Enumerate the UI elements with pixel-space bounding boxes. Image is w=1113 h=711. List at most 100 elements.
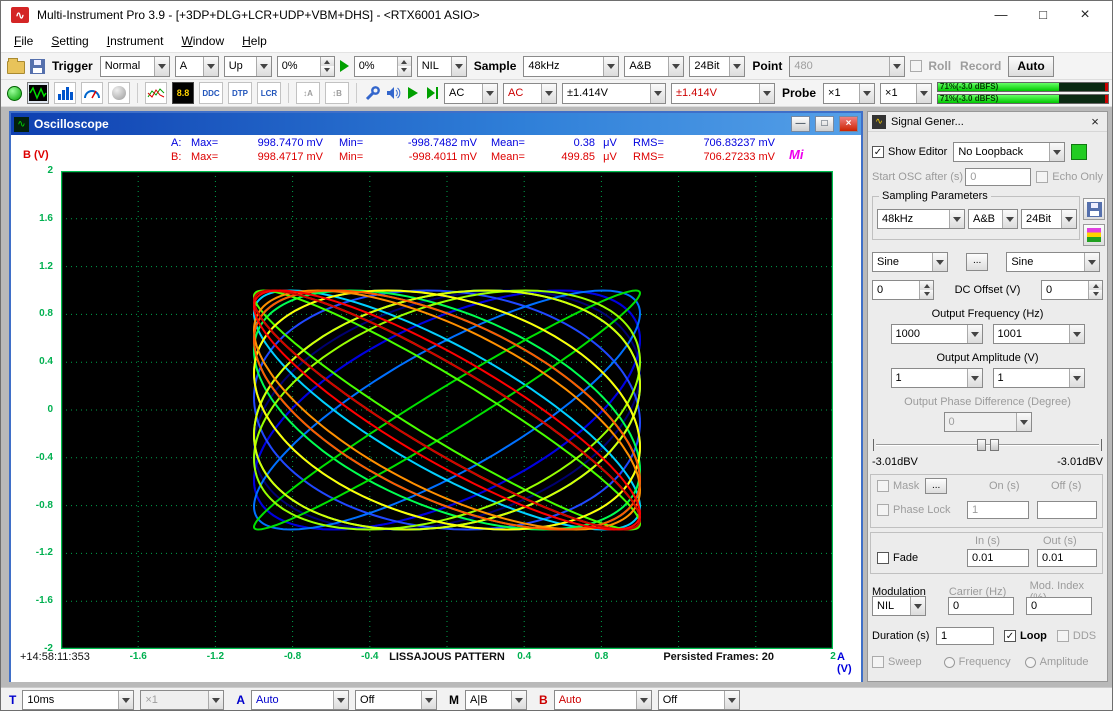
output-level-slider[interactable]: [872, 438, 1103, 452]
probe-a-select[interactable]: ×1: [823, 83, 875, 104]
siggen-bits-select[interactable]: 24Bit: [1021, 209, 1077, 229]
lcr-meter-button[interactable]: LCR: [257, 82, 281, 104]
step-button[interactable]: [425, 86, 439, 100]
checkbox-icon: [877, 504, 889, 516]
device-test-plan-button[interactable]: DTP: [228, 82, 252, 104]
spin-up-icon[interactable]: [920, 281, 933, 290]
trigger-edge-select[interactable]: Up: [224, 56, 272, 77]
minimize-button[interactable]: —: [984, 4, 1018, 26]
mod-index-field[interactable]: 0: [1026, 597, 1092, 615]
range-b-select[interactable]: ±1.414V: [671, 83, 775, 104]
channels-select[interactable]: A&B: [624, 56, 684, 77]
spin-up-icon[interactable]: [1089, 281, 1102, 290]
frequency-a-select[interactable]: 1000: [891, 324, 983, 344]
channel-b-mode-select[interactable]: Auto: [554, 690, 652, 710]
oscilloscope-window: ∿ Oscilloscope — □ × A: Max= 998.7470 mV…: [9, 111, 863, 682]
coupling-b-select[interactable]: AC: [503, 83, 557, 104]
start-osc-field: 0: [965, 168, 1031, 186]
menu-setting[interactable]: Setting: [42, 31, 97, 51]
timebase-select[interactable]: 10ms: [22, 690, 134, 710]
slider-handle-b[interactable]: [990, 439, 999, 451]
loopback-select[interactable]: No Loopback: [953, 142, 1065, 162]
save-signal-button[interactable]: [1083, 198, 1105, 220]
amplitude-a-select[interactable]: 1: [891, 368, 983, 388]
trigger-level-spinner[interactable]: 0%: [277, 56, 335, 77]
probe-b-select[interactable]: ×1: [880, 83, 932, 104]
frequency-b-select[interactable]: 1001: [993, 324, 1085, 344]
chevron-down-icon: [208, 691, 223, 709]
sound-device-icon[interactable]: [385, 85, 401, 101]
wave-b-select[interactable]: Sine: [1006, 252, 1100, 272]
signal-generator-close-button[interactable]: ×: [1087, 114, 1103, 129]
hot-panel-button[interactable]: [1083, 224, 1105, 246]
phase-difference-select: 0: [944, 412, 1032, 432]
menu-help[interactable]: Help: [233, 31, 276, 51]
menu-window[interactable]: Window: [172, 31, 233, 51]
fade-in-field[interactable]: 0.01: [967, 549, 1029, 567]
siggen-sample-rate-select[interactable]: 48kHz: [877, 209, 965, 229]
setup-wrench-icon[interactable]: [364, 85, 380, 101]
spin-up-icon[interactable]: [321, 57, 334, 67]
signal-generator-titlebar[interactable]: ∿ Signal Gener... ×: [868, 112, 1107, 132]
coupling-a-select[interactable]: AC: [444, 83, 498, 104]
modulation-type-select[interactable]: NIL: [872, 596, 926, 616]
stats-line-a: A: Max= 998.7470 mV Min= -998.7482 mV Me…: [11, 136, 861, 150]
spin-down-icon[interactable]: [321, 66, 334, 76]
carrier-field[interactable]: 0: [948, 597, 1014, 615]
trigger-mode-select[interactable]: Normal: [100, 56, 170, 77]
spin-down-icon[interactable]: [1089, 290, 1102, 299]
y-tick-label: 0.4: [11, 356, 57, 367]
amplitude-b-select[interactable]: 1: [993, 368, 1085, 388]
ddp-viewer-button[interactable]: 8.8: [172, 82, 194, 104]
channel-a-mode-select[interactable]: Auto: [251, 690, 349, 710]
scope-close-button[interactable]: ×: [839, 116, 858, 132]
wave-a-select[interactable]: Sine: [872, 252, 948, 272]
trigger-coupling-select[interactable]: NIL: [417, 56, 467, 77]
range-a-select[interactable]: ±1.414V: [562, 83, 666, 104]
duration-row: Duration (s) 1 Loop DDS: [872, 626, 1103, 646]
waveform-row: Sine ... Sine: [872, 252, 1103, 272]
wave-editor-button[interactable]: ...: [966, 253, 988, 271]
data-logger-button[interactable]: [145, 82, 167, 104]
chevron-down-icon: [859, 84, 874, 103]
duration-field[interactable]: 1: [936, 627, 994, 645]
open-file-icon[interactable]: [7, 59, 25, 74]
ddc-button[interactable]: DDC: [199, 82, 223, 104]
dc-offset-a-spinner[interactable]: 0: [872, 280, 934, 300]
spin-down-icon[interactable]: [398, 66, 411, 76]
save-file-icon[interactable]: [30, 59, 45, 74]
channel-a-filter-select[interactable]: Off: [355, 690, 437, 710]
fade-checkbox[interactable]: Fade: [877, 552, 918, 564]
fade-in-label: In (s): [975, 535, 1000, 547]
menu-file[interactable]: File: [5, 31, 42, 51]
bit-depth-select[interactable]: 24Bit: [689, 56, 745, 77]
scope-restore-button[interactable]: □: [815, 116, 834, 132]
spin-down-icon[interactable]: [920, 290, 933, 299]
auto-button[interactable]: Auto: [1008, 56, 1053, 77]
dc-offset-b-spinner[interactable]: 0: [1041, 280, 1103, 300]
marker-mode-select[interactable]: A|B: [465, 690, 527, 710]
loop-checkbox[interactable]: Loop: [1004, 630, 1047, 642]
run-indicator-icon[interactable]: [7, 86, 22, 101]
spin-up-icon[interactable]: [398, 57, 411, 67]
oscilloscope-button[interactable]: [27, 82, 49, 104]
checkbox-icon: [910, 60, 922, 72]
channel-b-filter-select[interactable]: Off: [658, 690, 740, 710]
sample-rate-select[interactable]: 48kHz: [523, 56, 619, 77]
trigger-delay-spinner[interactable]: 0%: [354, 56, 412, 77]
oscilloscope-titlebar[interactable]: ∿ Oscilloscope — □ ×: [11, 113, 861, 135]
scope-minimize-button[interactable]: —: [791, 116, 810, 132]
multimeter-button[interactable]: [81, 82, 103, 104]
show-editor-checkbox[interactable]: Show Editor: [872, 146, 947, 158]
siggen-channels-select[interactable]: A&B: [968, 209, 1018, 229]
close-button[interactable]: ×: [1068, 4, 1102, 26]
maximize-button[interactable]: □: [1026, 4, 1060, 26]
trigger-source-select[interactable]: A: [175, 56, 219, 77]
fade-out-field[interactable]: 0.01: [1037, 549, 1097, 567]
play-button[interactable]: [406, 86, 420, 100]
phase-lock-field: 1: [967, 501, 1029, 519]
spectrum-analyzer-button[interactable]: [54, 82, 76, 104]
slider-handle-a[interactable]: [977, 439, 986, 451]
menu-instrument[interactable]: Instrument: [98, 31, 173, 51]
output-on-button[interactable]: [1071, 144, 1087, 160]
